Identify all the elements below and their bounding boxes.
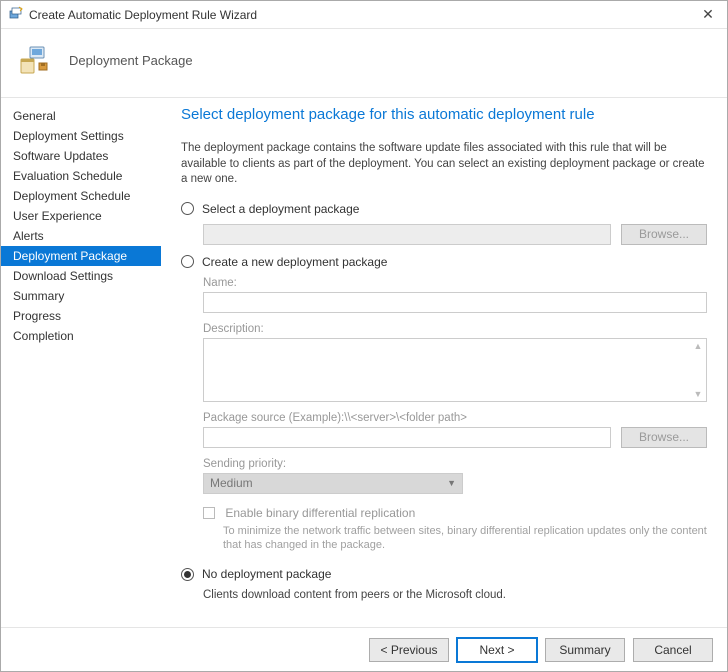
create-priority-label: Sending priority: (203, 458, 707, 470)
sidebar-item-general[interactable]: General (1, 106, 161, 126)
scroll-up-icon: ▲ (692, 341, 704, 351)
option-create-package-label: Create a new deployment package (202, 255, 387, 269)
next-button[interactable]: Next > (457, 638, 537, 662)
sidebar-item-download-settings[interactable]: Download Settings (1, 266, 161, 286)
sidebar-item-alerts[interactable]: Alerts (1, 226, 161, 246)
close-icon[interactable]: ✕ (697, 6, 719, 23)
cancel-button[interactable]: Cancel (633, 638, 713, 662)
create-priority-select: Medium ▼ (203, 473, 463, 494)
option-create-package[interactable]: Create a new deployment package (181, 255, 707, 269)
chevron-down-icon: ▼ (447, 478, 456, 488)
page-header: Deployment Package (1, 29, 727, 98)
sidebar-item-completion[interactable]: Completion (1, 326, 161, 346)
sidebar-item-deployment-settings[interactable]: Deployment Settings (1, 126, 161, 146)
create-name-label: Name: (203, 277, 707, 289)
sidebar-item-summary[interactable]: Summary (1, 286, 161, 306)
sidebar-item-deployment-package[interactable]: Deployment Package (1, 246, 161, 266)
window-title-area: Create Automatic Deployment Rule Wizard (9, 6, 697, 23)
create-desc-label: Description: (203, 323, 707, 335)
page-title: Deployment Package (69, 53, 193, 68)
no-package-subtext: Clients download content from peers or t… (203, 589, 707, 601)
wizard-body: General Deployment Settings Software Upd… (1, 98, 727, 627)
sidebar-item-progress[interactable]: Progress (1, 306, 161, 326)
select-package-row: Browse... (203, 224, 707, 245)
create-pkgsrc-label: Package source (Example):\\<server>\<fol… (203, 412, 707, 424)
previous-button[interactable]: < Previous (369, 638, 449, 662)
option-no-package[interactable]: No deployment package (181, 567, 707, 581)
sidebar-item-user-experience[interactable]: User Experience (1, 206, 161, 226)
binary-replication-hint: To minimize the network traffic between … (223, 524, 707, 554)
binary-replication-label: Enable binary differential replication (225, 506, 415, 520)
scroll-down-icon: ▼ (692, 389, 704, 399)
option-select-package[interactable]: Select a deployment package (181, 202, 707, 216)
content-pane: Select deployment package for this autom… (161, 98, 727, 627)
create-desc-textarea: ▲ ▼ (203, 338, 707, 402)
window-title: Create Automatic Deployment Rule Wizard (29, 8, 257, 22)
select-package-input (203, 224, 611, 245)
option-no-package-label: No deployment package (202, 567, 331, 581)
sidebar-item-deployment-schedule[interactable]: Deployment Schedule (1, 186, 161, 206)
sidebar-item-software-updates[interactable]: Software Updates (1, 146, 161, 166)
binary-replication-checkbox (203, 507, 215, 519)
sidebar: General Deployment Settings Software Upd… (1, 98, 161, 627)
footer: < Previous Next > Summary Cancel (1, 627, 727, 671)
wizard-window: Create Automatic Deployment Rule Wizard … (0, 0, 728, 672)
sidebar-item-evaluation-schedule[interactable]: Evaluation Schedule (1, 166, 161, 186)
select-package-browse-button: Browse... (621, 224, 707, 245)
create-pkgsrc-browse-button: Browse... (621, 427, 707, 448)
titlebar: Create Automatic Deployment Rule Wizard … (1, 1, 727, 29)
create-priority-value: Medium (210, 476, 253, 490)
page-description: The deployment package contains the soft… (181, 141, 707, 188)
create-name-input (203, 292, 707, 313)
page-heading: Select deployment package for this autom… (181, 106, 707, 123)
wizard-icon (9, 6, 23, 23)
option-select-package-label: Select a deployment package (202, 202, 359, 216)
summary-button[interactable]: Summary (545, 638, 625, 662)
radio-no-package[interactable] (181, 568, 194, 581)
create-pkgsrc-input (203, 427, 611, 448)
radio-select-package[interactable] (181, 202, 194, 215)
binary-replication-row: Enable binary differential replication (203, 506, 707, 520)
package-icon (17, 41, 55, 79)
radio-create-package[interactable] (181, 255, 194, 268)
